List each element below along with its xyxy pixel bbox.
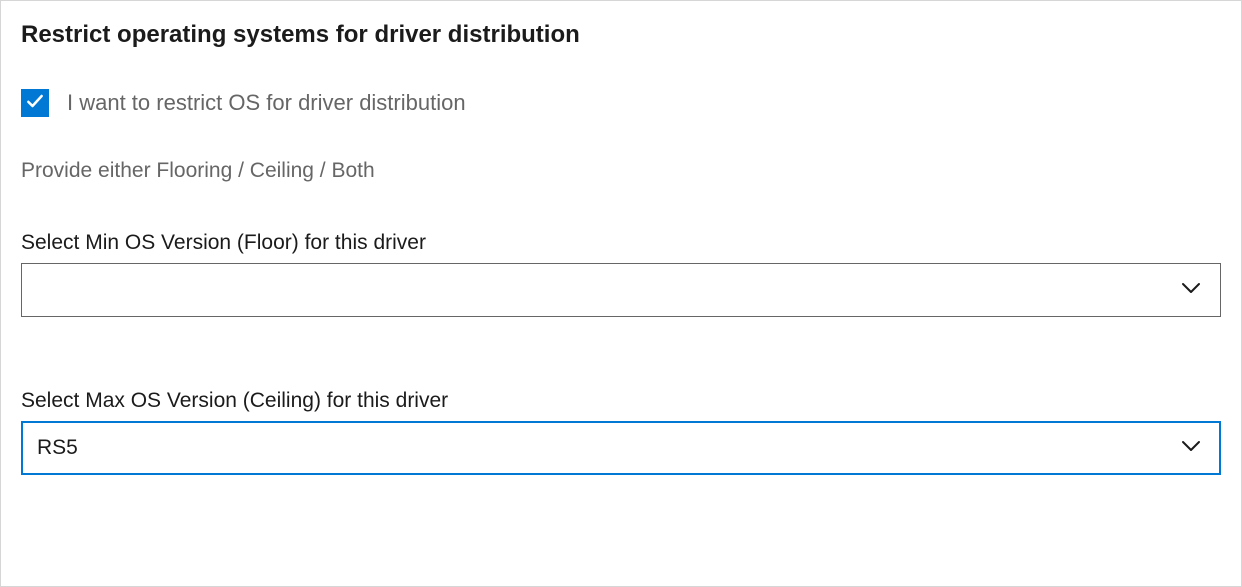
restrict-os-checkbox-row: I want to restrict OS for driver distrib… bbox=[21, 89, 1221, 117]
min-os-label: Select Min OS Version (Floor) for this d… bbox=[21, 231, 1221, 255]
check-icon bbox=[25, 91, 45, 116]
min-os-select-wrapper bbox=[21, 263, 1221, 317]
max-os-label: Select Max OS Version (Ceiling) for this… bbox=[21, 389, 1221, 413]
min-os-field: Select Min OS Version (Floor) for this d… bbox=[21, 231, 1221, 317]
max-os-value: RS5 bbox=[37, 436, 78, 460]
min-os-select[interactable] bbox=[21, 263, 1221, 317]
hint-text: Provide either Flooring / Ceiling / Both bbox=[21, 159, 1221, 183]
section-title: Restrict operating systems for driver di… bbox=[21, 21, 1221, 49]
max-os-field: Select Max OS Version (Ceiling) for this… bbox=[21, 389, 1221, 475]
max-os-select-wrapper: RS5 bbox=[21, 421, 1221, 475]
restrict-os-checkbox-label: I want to restrict OS for driver distrib… bbox=[67, 90, 466, 116]
restrict-os-checkbox[interactable] bbox=[21, 89, 49, 117]
max-os-select[interactable]: RS5 bbox=[21, 421, 1221, 475]
restrict-os-panel: Restrict operating systems for driver di… bbox=[0, 0, 1242, 587]
